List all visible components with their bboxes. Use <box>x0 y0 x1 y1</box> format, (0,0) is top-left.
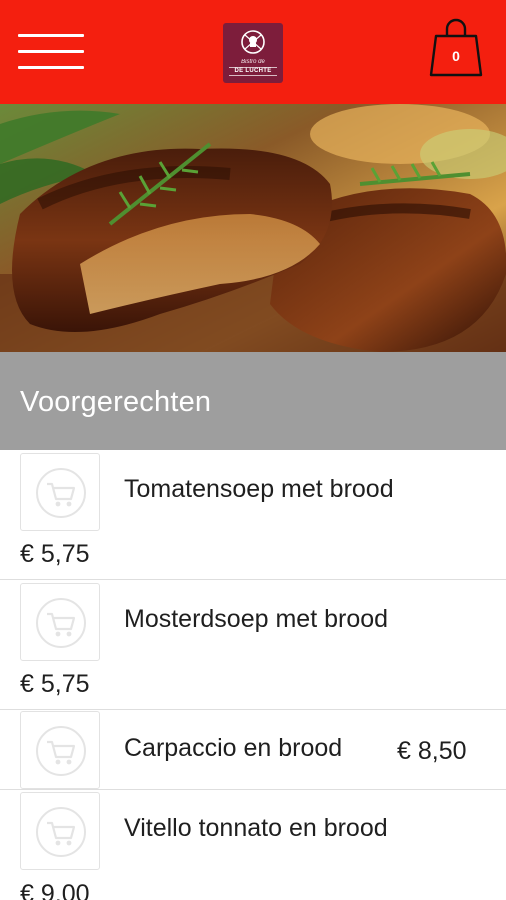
add-to-cart-button[interactable] <box>20 792 100 870</box>
logo-line1: Bistro de <box>241 59 265 65</box>
cart-icon <box>36 468 86 518</box>
item-name: Carpaccio en brood <box>124 734 343 762</box>
add-to-cart-button[interactable] <box>20 453 100 531</box>
menu-icon[interactable] <box>18 32 84 72</box>
cart-icon <box>36 807 86 857</box>
menu-item[interactable]: Tomatensoep met brood € 5,75 <box>0 450 506 580</box>
shopping-bag-icon <box>429 18 483 77</box>
cart-icon <box>36 726 86 776</box>
item-price: € 5,75 <box>20 670 90 698</box>
item-name: Tomatensoep met brood <box>124 475 394 503</box>
menu-item[interactable]: Vitello tonnato en brood € 9,00 <box>0 790 506 900</box>
item-price: € 5,75 <box>20 540 90 568</box>
menu-item[interactable]: Carpaccio en brood € 8,50 <box>0 710 506 790</box>
cart-count-badge: 0 <box>452 48 460 64</box>
add-to-cart-button[interactable] <box>20 583 100 661</box>
category-header: Voorgerechten <box>0 352 506 450</box>
top-bar: Bistro de DE LUCHTE 0 <box>0 0 506 104</box>
logo-line2: DE LUCHTE <box>229 67 277 76</box>
item-name: Mosterdsoep met brood <box>124 605 389 633</box>
menu-line <box>18 34 84 37</box>
hero-food-image <box>0 104 506 352</box>
item-name: Vitello tonnato en brood <box>124 814 388 842</box>
cart-icon <box>36 598 86 648</box>
menu-line <box>18 50 84 53</box>
menu-item[interactable]: Mosterdsoep met brood € 5,75 <box>0 580 506 710</box>
category-title: Voorgerechten <box>20 386 212 418</box>
cart-button[interactable]: 0 <box>426 16 486 78</box>
item-price: € 8,50 <box>397 737 467 765</box>
restaurant-logo[interactable]: Bistro de DE LUCHTE <box>223 23 283 83</box>
menu-line <box>18 66 84 69</box>
item-price: € 9,00 <box>20 880 90 900</box>
add-to-cart-button[interactable] <box>20 711 100 789</box>
